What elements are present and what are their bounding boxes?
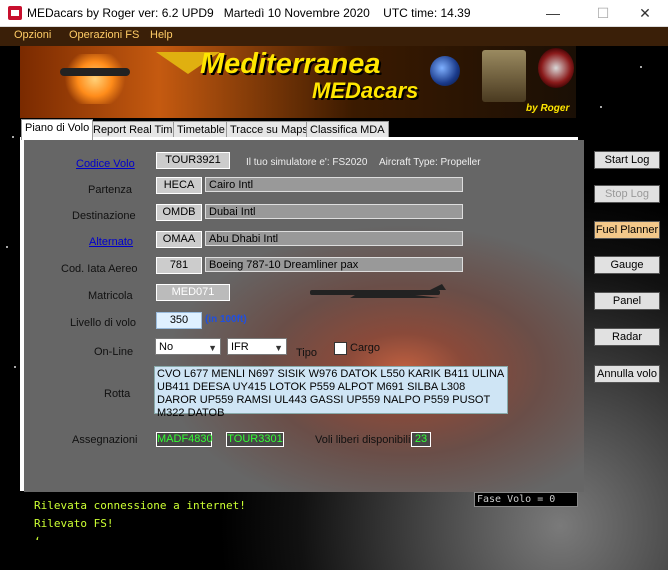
banner-by: by Roger: [526, 103, 570, 114]
cod-iata-name-field[interactable]: Boeing 787-10 Dreamliner pax: [205, 257, 463, 272]
assegnazioni-label: Assegnazioni: [72, 434, 138, 446]
simulator-info: Il tuo simulatore e': FS2020: [246, 157, 368, 168]
globe-icon: [430, 56, 460, 86]
menu-bar: Opzioni Operazioni FS Help: [0, 27, 668, 46]
alternato-code-field[interactable]: OMAA: [156, 231, 202, 248]
console-line: Rilevata connessione a internet!: [34, 499, 246, 512]
alternato-link[interactable]: Alternato: [89, 236, 133, 248]
sunset-image: [60, 54, 130, 104]
start-log-button[interactable]: Start Log: [594, 151, 660, 169]
badge-icon: [538, 48, 574, 88]
voli-liberi-label: Voli liberi disponibili: [315, 434, 411, 446]
banner-title: Mediterranea: [200, 48, 381, 80]
window-title: MEDacars by Roger ver: 6.2 UPD9 Martedì …: [27, 6, 471, 20]
rotta-label: Rotta: [104, 388, 131, 400]
online-select[interactable]: No ▼: [155, 338, 221, 355]
tipo-label: Tipo: [296, 347, 317, 359]
flight-rules-value: IFR: [231, 341, 249, 353]
stop-log-button[interactable]: Stop Log: [594, 185, 660, 203]
tab-piano-di-volo[interactable]: Piano di Volo: [21, 119, 94, 140]
close-button[interactable]: ✕: [622, 0, 668, 26]
partenza-label: Partenza: [88, 184, 133, 196]
annulla-volo-button[interactable]: Annulla volo: [594, 365, 660, 383]
fase-volo-status: Fase Volo = 0: [474, 492, 578, 507]
alternato-name-field[interactable]: Abu Dhabi Intl: [205, 231, 463, 246]
livello-label: Livello di volo: [70, 317, 137, 329]
cargo-checkbox[interactable]: [334, 342, 347, 355]
menu-operazioni-fs[interactable]: Operazioni FS: [69, 29, 139, 41]
menu-opzioni[interactable]: Opzioni: [14, 29, 51, 41]
astronaut-image: [482, 50, 526, 102]
partenza-name-field[interactable]: Cairo Intl: [205, 177, 463, 192]
console-cursor: ʻ: [34, 535, 41, 548]
app-icon: [8, 6, 22, 20]
matricola-label: Matricola: [88, 290, 133, 302]
maximize-button[interactable]: ☐: [580, 0, 626, 26]
aircraft-type: Aircraft Type: Propeller: [379, 157, 481, 168]
livello-input[interactable]: 350: [156, 312, 202, 329]
gauge-button[interactable]: Gauge: [594, 256, 660, 274]
airliner-silhouette-icon: [310, 284, 446, 298]
flight-rules-select[interactable]: IFR ▼: [227, 338, 287, 355]
destinazione-code-field[interactable]: OMDB: [156, 204, 202, 221]
assegnazione-1[interactable]: MADF4830: [156, 432, 213, 447]
matricola-field[interactable]: MED071: [156, 284, 230, 301]
rotta-textarea[interactable]: CVO L677 MENLI N697 SISIK W976 DATOK L55…: [154, 366, 508, 419]
partenza-code-field[interactable]: HECA: [156, 177, 202, 194]
livello-hint: (in 100ft): [205, 314, 247, 325]
panel-button[interactable]: Panel: [594, 292, 660, 310]
voli-liberi-value: 23: [411, 432, 431, 447]
online-label: On-Line: [94, 346, 134, 358]
chevron-down-icon: ▼: [208, 343, 217, 353]
plane-icon: [60, 68, 130, 76]
cod-iata-label: Cod. Iata Aereo: [61, 263, 138, 275]
console-line: Rilevato FS!: [34, 517, 114, 530]
menu-help[interactable]: Help: [150, 29, 173, 41]
cod-iata-code-field[interactable]: 781: [156, 257, 202, 274]
minimize-button[interactable]: —: [530, 0, 576, 26]
assegnazione-2[interactable]: TOUR3301: [226, 432, 284, 447]
banner: Mediterranea MEDacars by Roger: [20, 46, 576, 118]
codice-volo-link[interactable]: Codice Volo: [76, 158, 135, 170]
cargo-label: Cargo: [350, 342, 380, 354]
chevron-down-icon: ▼: [274, 343, 283, 353]
online-select-value: No: [159, 341, 174, 353]
radar-button[interactable]: Radar: [594, 328, 660, 346]
banner-subtitle: MEDacars: [312, 78, 419, 103]
codice-volo-field[interactable]: TOUR3921: [156, 152, 230, 169]
destinazione-label: Destinazione: [72, 210, 136, 222]
title-bar: MEDacars by Roger ver: 6.2 UPD9 Martedì …: [0, 0, 668, 27]
fuel-planner-button[interactable]: Fuel Planner: [594, 221, 660, 239]
destinazione-name-field[interactable]: Dubai Intl: [205, 204, 463, 219]
